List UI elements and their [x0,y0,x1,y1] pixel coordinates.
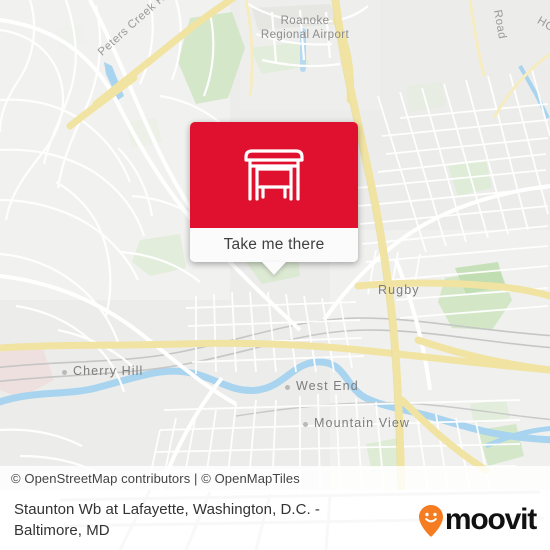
screenshot-root: Roanoke Regional Airport Peters Creek Ro… [0,0,550,550]
bus-shelter-icon [244,149,304,201]
take-me-there-label: Take me there [223,236,325,253]
moovit-wordmark: moovit [444,503,537,536]
map-dot-mountain-view [303,422,308,427]
stop-callout-card[interactable]: Take me there [190,122,358,275]
map-dot-cherry-hill [62,370,67,375]
map-attribution-bar: © OpenStreetMap contributors | © OpenMap… [0,466,550,490]
callout-icon-panel [190,122,358,228]
footer-bar: Staunton Wb at Lafayette, Washington, D.… [0,490,550,550]
take-me-there-button[interactable]: Take me there [190,228,358,275]
map-attribution-text[interactable]: © OpenStreetMap contributors | © OpenMap… [0,471,300,486]
map-dot-west-end [285,385,290,390]
stop-name-title: Staunton Wb at Lafayette, Washington, D.… [14,501,320,539]
callout-pointer [262,262,286,275]
moovit-logo[interactable]: moovit [418,503,550,537]
moovit-pin-icon [418,504,443,537]
